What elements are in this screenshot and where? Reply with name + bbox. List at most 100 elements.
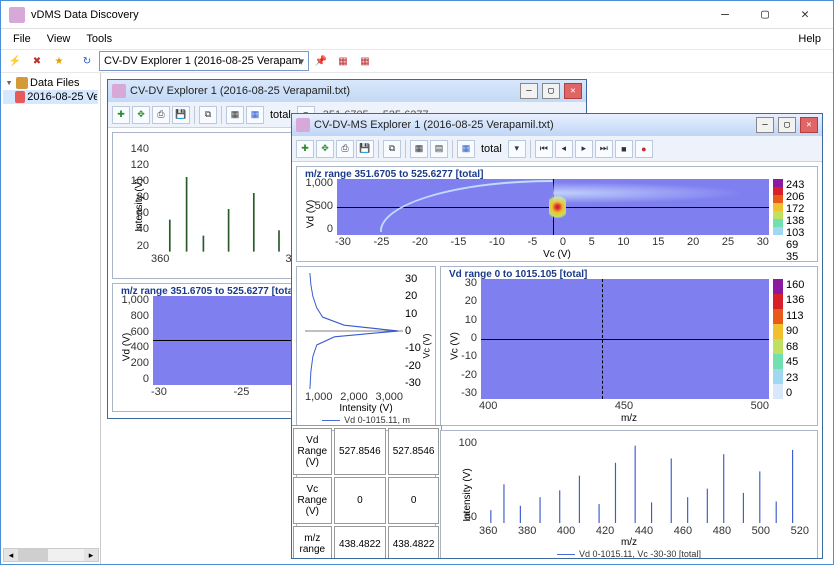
toolbar-zap-icon[interactable]: ⚡: [5, 51, 25, 71]
right-y-ticks: 30 20 10 0 -10 -20 -30: [405, 273, 433, 389]
intensity-vc-curve[interactable]: 30 20 10 0 -10 -20 -30 Vc (V) 1,000 2,00…: [296, 266, 436, 426]
ytick: 80: [137, 191, 149, 203]
ytick: 60: [137, 207, 149, 219]
scroll-right-icon[interactable]: ▸: [84, 549, 98, 561]
ytick: 800: [131, 310, 149, 322]
tree-scrollbar[interactable]: ◂ ▸: [3, 548, 99, 562]
y-ticks: 1,000 500 0: [311, 177, 333, 235]
tree-collapse-icon[interactable]: ▾: [4, 76, 14, 89]
mdi-minimize-button[interactable]: —: [520, 83, 538, 99]
xtick: 500: [752, 525, 770, 537]
mdi-title: CV-DV-MS Explorer 1 (2016-08-25 Verapami…: [314, 119, 752, 131]
vc-mz-heatmap[interactable]: Vd range 0 to 1015.105 [total] Vc (V) 30…: [440, 266, 818, 426]
range-value[interactable]: 527.8546: [334, 428, 386, 475]
menu-help[interactable]: Help: [792, 31, 827, 47]
window-icon: [112, 84, 126, 98]
cb-label: 23: [786, 372, 811, 384]
ytick: 1,000: [121, 294, 149, 306]
xtick: -25: [374, 236, 390, 248]
menu-view[interactable]: View: [41, 31, 77, 47]
layout-icon[interactable]: ▦: [226, 106, 244, 124]
xtick: -10: [489, 236, 505, 248]
spectrum-svg: [481, 437, 809, 523]
grid-arrows-icon[interactable]: ✥: [316, 140, 334, 158]
mdi-titlebar[interactable]: CV-DV-MS Explorer 1 (2016-08-25 Verapami…: [292, 114, 822, 136]
xtick: 25: [722, 236, 734, 248]
xtick: 10: [617, 236, 629, 248]
print-icon[interactable]: ⎙: [336, 140, 354, 158]
toolbar-star-icon[interactable]: ★: [49, 51, 69, 71]
menu-tools[interactable]: Tools: [80, 31, 118, 47]
tree-root-row[interactable]: ▾ Data Files: [3, 75, 98, 90]
nav-first-icon[interactable]: ⏮: [535, 140, 553, 158]
toolbar-pin-icon[interactable]: 📌: [311, 51, 331, 71]
ytick: 600: [131, 326, 149, 338]
scroll-thumb[interactable]: [18, 549, 48, 561]
ytick: -20: [461, 369, 477, 381]
toolbar-refresh-icon[interactable]: ↻: [77, 51, 97, 71]
cv-dv-ms-explorer-window[interactable]: CV-DV-MS Explorer 1 (2016-08-25 Verapami…: [291, 113, 823, 559]
mass-spectrum-plot[interactable]: Intensity (V) 100 50: [440, 430, 818, 558]
save-icon[interactable]: 💾: [172, 106, 190, 124]
menu-bar: File View Tools Help: [1, 29, 833, 49]
palette-icon[interactable]: ▦: [246, 106, 264, 124]
toolbar-separator: [71, 51, 75, 71]
layout-a-icon[interactable]: ▦: [410, 140, 428, 158]
mdi-minimize-button[interactable]: —: [756, 117, 774, 133]
mdi-maximize-button[interactable]: ▢: [778, 117, 796, 133]
grid-plus-icon[interactable]: ✚: [296, 140, 314, 158]
layout-b-icon[interactable]: ▤: [430, 140, 448, 158]
table-row: m/z range 438.4822 438.4822: [293, 526, 440, 558]
scroll-left-icon[interactable]: ◂: [4, 549, 18, 561]
grid-arrows-icon[interactable]: ✥: [132, 106, 150, 124]
toolbar-delete-icon[interactable]: ✖: [27, 51, 47, 71]
mdi-close-button[interactable]: ✕: [564, 83, 582, 99]
copy-icon[interactable]: ⧉: [199, 106, 217, 124]
nav-last-icon[interactable]: ⏭: [595, 140, 613, 158]
ytick: 100: [459, 437, 477, 449]
ytick: 400: [131, 341, 149, 353]
range-value[interactable]: 527.8546: [388, 428, 440, 475]
ytick: -30: [405, 377, 433, 389]
menu-file[interactable]: File: [7, 31, 37, 47]
nav-stop-icon[interactable]: ■: [615, 140, 633, 158]
grid-icon: [15, 91, 25, 103]
window-selector-combo[interactable]: CV-DV Explorer 1 (2016-08-25 Verapam: [99, 51, 309, 71]
maximize-button[interactable]: ▢: [745, 2, 785, 28]
combo-selected-text: CV-DV Explorer 1 (2016-08-25 Verapam: [104, 55, 301, 67]
toolbar-action-b-icon[interactable]: ▦: [355, 51, 375, 71]
cb-label: 172: [786, 203, 811, 215]
x-ticks: -30-25 -20-15 -10-5 05 1015 2025 30: [335, 236, 769, 248]
xtick: 480: [713, 525, 731, 537]
x-ticks: 360 380 400 420 440 460 480 500 520: [479, 525, 809, 537]
tree-child-row[interactable]: 2016-08-25 Vera: [3, 90, 98, 104]
file-tree[interactable]: ▾ Data Files 2016-08-25 Vera ◂ ▸: [1, 73, 101, 564]
cb-label: 160: [786, 279, 811, 291]
range-label: Vc Range (V): [293, 477, 332, 524]
range-value[interactable]: 438.4822: [334, 526, 386, 558]
copy-icon[interactable]: ⧉: [383, 140, 401, 158]
y-ticks: 1,000 800 600 400 200 0: [127, 294, 149, 386]
toolbar-action-a-icon[interactable]: ▦: [333, 51, 353, 71]
range-value[interactable]: 0: [388, 477, 440, 524]
mdi-titlebar[interactable]: CV-DV Explorer 1 (2016-08-25 Verapamil.t…: [108, 80, 586, 102]
nav-prev-icon[interactable]: ◂: [555, 140, 573, 158]
mdi-maximize-button[interactable]: ▢: [542, 83, 560, 99]
ytick: 10: [465, 314, 477, 326]
range-value[interactable]: 438.4822: [388, 526, 440, 558]
nav-next-icon[interactable]: ▸: [575, 140, 593, 158]
save-icon[interactable]: 💾: [356, 140, 374, 158]
dropdown-icon[interactable]: ▾: [508, 140, 526, 158]
mdi-close-button[interactable]: ✕: [800, 117, 818, 133]
vd-vc-heatmap[interactable]: m/z range 351.6705 to 525.6277 [total] V…: [296, 166, 818, 262]
folder-icon: [16, 77, 28, 89]
grid-plus-icon[interactable]: ✚: [112, 106, 130, 124]
ytick: 0: [471, 332, 477, 344]
xtick: 15: [652, 236, 664, 248]
print-icon[interactable]: ⎙: [152, 106, 170, 124]
palette-icon[interactable]: ▦: [457, 140, 475, 158]
range-value[interactable]: 0: [334, 477, 386, 524]
minimize-button[interactable]: —: [705, 2, 745, 28]
close-button[interactable]: ✕: [785, 2, 825, 28]
nav-record-icon[interactable]: ●: [635, 140, 653, 158]
